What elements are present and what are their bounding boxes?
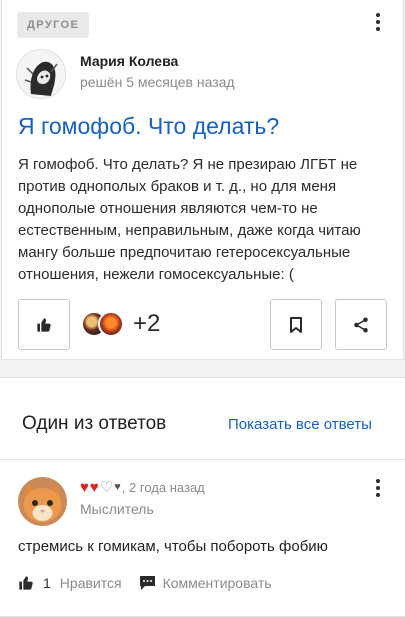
bookmark-button[interactable] (270, 299, 322, 350)
answer-text: стремись к гомикам, чтобы побороть фобию (18, 538, 328, 555)
answerer-level: Мыслитель (80, 501, 154, 517)
author-avatar[interactable] (16, 49, 66, 99)
comment-icon[interactable] (139, 575, 156, 591)
heart-icon: ♥ (80, 479, 89, 496)
answer-time: , 2 года назад (121, 480, 205, 495)
answer-like-count: 1 (43, 575, 51, 591)
category-badge[interactable]: ДРУГОЕ (17, 12, 90, 38)
answers-heading: Один из ответов (22, 413, 167, 434)
share-icon (354, 317, 368, 332)
like-answer-button[interactable]: Нравится (60, 575, 122, 591)
answer-rating-line: ♥ ♥ ♡ ♥ , 2 года назад (80, 480, 205, 495)
heart-icon: ♥ (89, 479, 99, 496)
bookmark-icon (290, 316, 302, 333)
heart-small-icon: ♥ (114, 481, 121, 493)
thumbs-up-icon[interactable] (18, 575, 34, 591)
answer-menu-kebab-icon[interactable] (368, 477, 388, 499)
likers-count[interactable]: +2 (133, 310, 160, 338)
liker-avatar[interactable] (98, 311, 124, 337)
question-body: Я гомофоб. Что делать? Я не презираю ЛГБ… (18, 156, 361, 283)
share-button[interactable] (335, 299, 387, 350)
answerer-avatar[interactable] (18, 477, 67, 526)
author-name[interactable]: Мария Колева (80, 53, 178, 69)
like-question-button[interactable] (18, 299, 70, 350)
show-all-answers-link[interactable]: Показать все ответы (228, 416, 372, 433)
comment-button[interactable]: Комментировать (163, 575, 272, 591)
heart-outline-icon: ♡ (99, 479, 114, 496)
question-menu-kebab-icon[interactable] (368, 11, 388, 33)
answer-actions: 1 Нравится Комментировать (18, 574, 272, 592)
divider (0, 459, 405, 460)
question-title[interactable]: Я гомофоб. Что делать? (18, 113, 279, 140)
question-status: решён 5 месяцев назад (80, 74, 235, 90)
thumbs-up-icon (37, 317, 51, 332)
